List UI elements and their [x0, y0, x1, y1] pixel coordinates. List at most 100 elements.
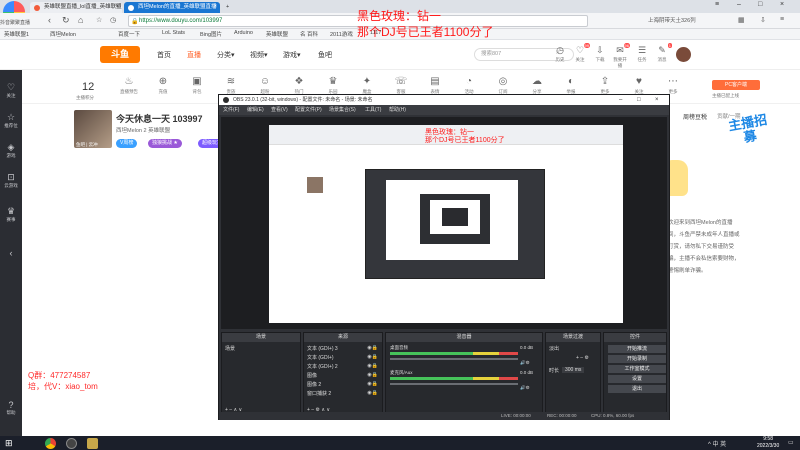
category-heart[interactable]: ♥ 关注 [624, 76, 654, 95]
chrome-taskbar-icon[interactable] [45, 438, 56, 449]
obs-taskbar-icon[interactable] [66, 438, 77, 449]
category-share[interactable]: ⇪ 更多 [590, 76, 620, 95]
sidebar-item-game[interactable]: ◈ 游戏 [0, 142, 22, 159]
visibility-eye-icon[interactable]: ◉🔒 [367, 345, 378, 351]
close-window-icon[interactable]: × [655, 95, 659, 105]
app-taskbar-icon[interactable] [87, 438, 98, 449]
visibility-eye-icon[interactable]: ◉🔒 [367, 372, 378, 378]
back-icon[interactable]: ‹ [48, 15, 51, 25]
category-chart[interactable]: ▤ 表情 [420, 76, 450, 95]
maximize-icon[interactable]: □ [637, 95, 641, 105]
category-cloud[interactable]: ☁ 分享 [522, 76, 552, 95]
bookmark-item[interactable]: Bing图片 [200, 30, 222, 38]
visibility-eye-icon[interactable]: ◉🔒 [367, 390, 378, 396]
sidebar-collapse-handle[interactable]: ‹ [0, 248, 22, 258]
source-item[interactable]: 窗口捕获 2 [307, 390, 331, 397]
duration-input[interactable]: 300 ms [562, 367, 585, 373]
category-fire2[interactable]: ✦ 魔盒 [352, 76, 382, 95]
home-icon[interactable]: ⌂ [78, 15, 83, 25]
system-tray[interactable]: ^ 中 英 [708, 439, 726, 448]
menu-file[interactable]: 文件(F) [223, 106, 239, 113]
sidebar-item-help[interactable]: ? 帮助 [0, 400, 22, 416]
exit-button[interactable]: 退出 [608, 385, 666, 393]
source-item[interactable]: 文本 (GDI+) 2 [307, 363, 338, 370]
top-follow[interactable]: 99 ♡ 关注 [572, 43, 590, 63]
source-item[interactable]: 图像 2 [307, 381, 321, 388]
taskbar-clock[interactable]: 9:58 2022/3/30 [757, 436, 779, 450]
speaker-gear-icon[interactable]: 🔊⚙ [520, 360, 530, 366]
start-recording-button[interactable]: 开始录制 [608, 355, 666, 363]
download-toolbar-icon[interactable]: ⇩ [760, 16, 766, 24]
transition-select[interactable]: 淡出 [549, 345, 559, 352]
badge-vweek[interactable]: V周榜 [116, 139, 138, 148]
menu-tools[interactable]: 工具(T) [365, 106, 381, 113]
top-task[interactable]: ☰ 任务 [634, 45, 650, 63]
mic-gear-icon[interactable]: 🔊⚙ [520, 385, 530, 391]
menu-view[interactable]: 查看(V) [271, 106, 288, 113]
bookmark-item[interactable]: 西坦Melon [50, 30, 76, 38]
pc-client-button[interactable]: PC客户端 [712, 80, 760, 90]
visibility-eye-icon[interactable]: ◉🔒 [367, 381, 378, 387]
nav-category[interactable]: 分类▾ [217, 50, 235, 60]
visibility-eye-icon[interactable]: ◉🔒 [367, 363, 378, 369]
bookmark-item[interactable]: Arduino [234, 30, 253, 36]
bookmark-item[interactable]: 名 百科 [300, 30, 318, 38]
rank-title[interactable]: 周榜豆税 [683, 112, 707, 121]
refresh-icon[interactable]: ↻ [62, 15, 70, 26]
top-download[interactable]: ⇩ 下载 [592, 45, 608, 63]
windows-start-icon[interactable]: ⊞ [5, 438, 13, 449]
start-streaming-button[interactable]: 开始推流 [608, 345, 666, 353]
category-fire[interactable]: ♨ 直播预告 [114, 76, 144, 95]
desktop-volume-slider[interactable] [390, 358, 518, 360]
category-clock[interactable]: ◔ 活动 [454, 76, 484, 95]
transition-controls-icon[interactable]: + – ⚙ [576, 355, 589, 361]
nav-fishbar[interactable]: 鱼吧 [318, 50, 332, 60]
tab-close-icon[interactable]: × [213, 2, 217, 13]
favorite-star-icon[interactable]: ☆ [96, 16, 102, 24]
category-gift2[interactable]: ❖ 热门 [284, 76, 314, 95]
source-item[interactable]: 图像 [307, 372, 317, 379]
menu-scene-collection[interactable]: 场景集合(S) [329, 106, 356, 113]
user-avatar[interactable] [676, 47, 691, 62]
visibility-eye-icon[interactable]: ◉🔒 [367, 354, 378, 360]
nav-live[interactable]: 直播 [187, 50, 201, 60]
sidebar-item-recommend[interactable]: ☆ 推荐位 [0, 112, 22, 129]
nav-game[interactable]: 游戏▾ [283, 50, 301, 60]
new-tab-button[interactable]: + [222, 2, 236, 13]
nav-home[interactable]: 首页 [157, 50, 171, 60]
category-speed[interactable]: ◐ 举报 [556, 76, 586, 95]
menu-help[interactable]: 帮助(H) [389, 106, 406, 113]
settings-icon[interactable]: ≡ [780, 16, 784, 23]
bookmark-item[interactable]: 2011游戏 [330, 30, 353, 38]
top-history[interactable]: ◷ 历史 [552, 45, 568, 63]
bookmark-item[interactable]: 百度一下 [118, 30, 140, 38]
sidebar-item-esports[interactable]: ♛ 赛事 [0, 206, 22, 223]
settings-button[interactable]: 设置 [608, 375, 666, 383]
menu-edit[interactable]: 编辑(E) [247, 106, 264, 113]
tab-close-icon[interactable]: × [115, 2, 119, 13]
close-window-icon[interactable]: × [780, 1, 784, 8]
sidebar-item-follow[interactable]: ♡ 关注 [0, 82, 22, 99]
recruit-promo[interactable]: 主播招募 [725, 112, 775, 159]
studio-mode-button[interactable]: 工作室模式 [608, 365, 666, 373]
category-gift[interactable]: ⊕ 充值 [148, 76, 178, 95]
history-nav-icon[interactable]: ◷ [110, 16, 116, 24]
category-phone[interactable]: ☏ 客服 [386, 76, 416, 95]
bookmark-item[interactable]: LoL Stats [162, 30, 185, 36]
category-face[interactable]: ☺ 超粉 [250, 76, 280, 95]
source-item[interactable]: 文本 (GDI+) 3 [307, 345, 338, 352]
obs-titlebar[interactable]: OBS 23.0.1 (32-bit, windows) - 配置文件: 未命名… [219, 95, 669, 105]
mic-volume-slider[interactable] [390, 383, 518, 385]
top-broadcast[interactable]: 96 ✉ 我要开播 [612, 43, 630, 69]
source-item[interactable]: 文本 (GDI+) [307, 354, 334, 361]
category-gift-box[interactable]: ▣ 背包 [182, 76, 212, 95]
category-more[interactable]: ⋯ 更多 [658, 76, 688, 95]
category-wave[interactable]: ≋ 贵族 [216, 76, 246, 95]
minimize-icon[interactable]: – [619, 95, 622, 105]
minimize-icon[interactable]: – [737, 1, 741, 8]
extensions-icon[interactable]: ▦ [738, 16, 745, 24]
bookmark-item[interactable]: 英雄联盟1 [4, 30, 29, 38]
tab-lol-live[interactable]: 英雄联盟直播_lol直播_英雄联盟 × [30, 2, 122, 13]
notification-icon[interactable]: ▭ [788, 439, 794, 446]
maximize-icon[interactable]: □ [758, 1, 762, 8]
